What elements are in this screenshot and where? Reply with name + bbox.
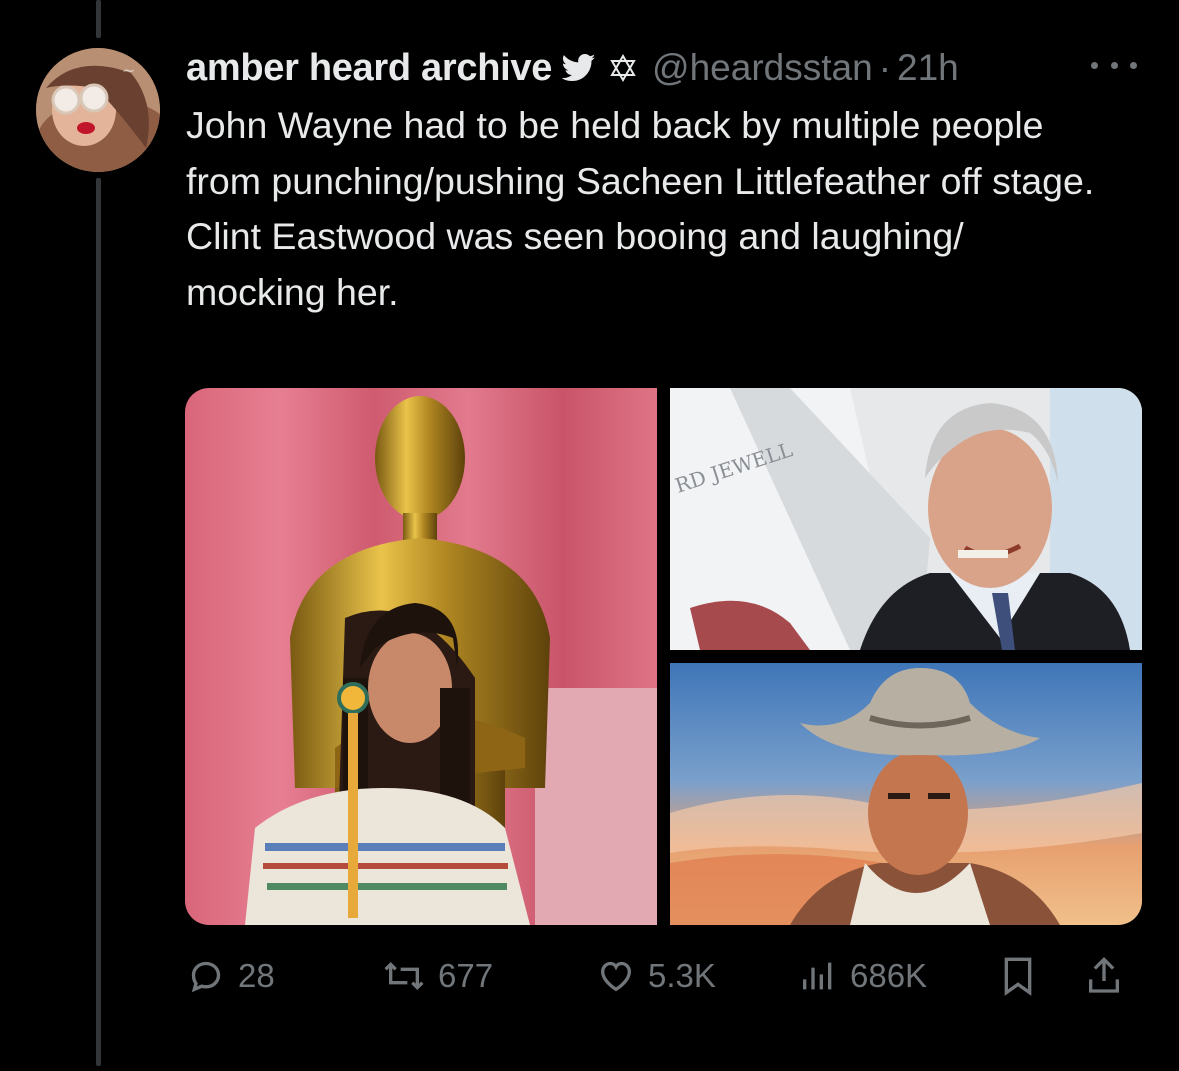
bookmark-icon (1004, 957, 1032, 996)
photo-john-wayne[interactable] (670, 663, 1142, 925)
svg-text:~: ~ (122, 61, 135, 80)
bookmark-button[interactable] (998, 948, 1038, 1004)
star-of-david-icon (608, 53, 638, 83)
more-options-icon[interactable] (1091, 50, 1137, 80)
photo-sacheen-littlefeather[interactable] (185, 388, 657, 925)
media-grid: RD JEWELL (185, 388, 1142, 925)
retweet-button[interactable]: 677 (382, 948, 493, 1004)
action-bar: 28 677 5.3K 686K (186, 948, 1136, 1004)
reply-count: 28 (238, 957, 275, 994)
tweet-text-line: John Wayne had to be held back by multip… (186, 104, 1095, 202)
avatar[interactable]: ~ (36, 48, 160, 172)
reply-button[interactable]: 28 (186, 948, 275, 1004)
timestamp[interactable]: 21h (897, 47, 959, 89)
display-name[interactable]: amber heard archive (186, 47, 552, 90)
share-button[interactable] (1084, 948, 1124, 1004)
separator-dot: · (878, 47, 892, 88)
analytics-icon (803, 962, 832, 990)
tweet-text: John Wayne had to be held back by multip… (186, 98, 1106, 320)
bird-icon (561, 53, 596, 83)
views-count: 686K (850, 957, 928, 994)
tweet-text-line: Clint Eastwood was seen booing and laugh… (186, 215, 964, 313)
reply-icon (191, 961, 221, 993)
thread-line-bottom (96, 178, 101, 1066)
like-count: 5.3K (648, 957, 716, 994)
handle[interactable]: @heardsstan (652, 47, 873, 89)
tweet-header: amber heard archive @heardsstan · 21h (186, 44, 1129, 92)
views-button[interactable]: 686K (798, 948, 927, 1004)
share-icon (1089, 956, 1119, 993)
retweet-count: 677 (438, 957, 494, 994)
photo-clint-eastwood[interactable]: RD JEWELL (670, 388, 1142, 650)
like-button[interactable]: 5.3K (596, 948, 716, 1004)
thread-line-top (96, 0, 101, 38)
retweet-icon (384, 961, 424, 991)
heart-icon (600, 961, 632, 992)
